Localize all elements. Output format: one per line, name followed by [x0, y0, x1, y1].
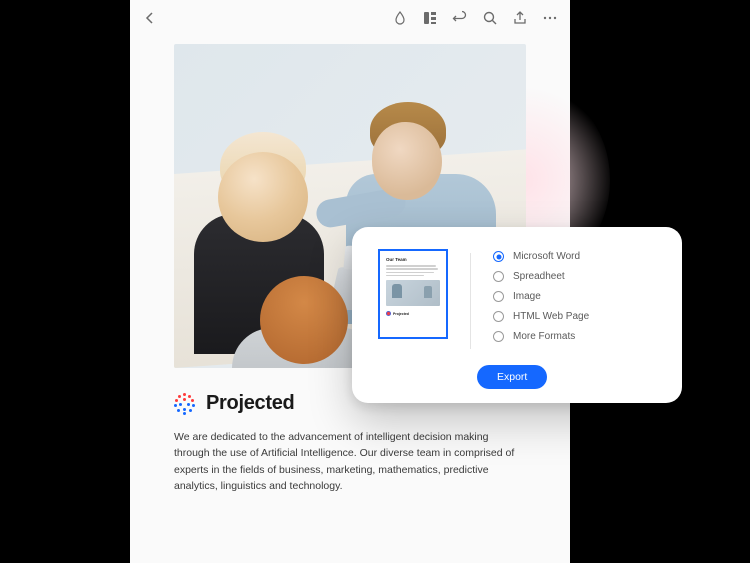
radio-icon — [493, 311, 504, 322]
undo-icon[interactable] — [452, 10, 468, 26]
export-option-word[interactable]: Microsoft Word — [493, 251, 658, 262]
radio-icon — [493, 291, 504, 302]
brand-logo-icon — [174, 393, 196, 415]
panel-icon[interactable] — [422, 10, 438, 26]
toolbar — [130, 0, 570, 36]
export-panel: Our Team Projected Microsoft Word Spread… — [352, 227, 682, 403]
option-label: Image — [513, 291, 541, 302]
option-label: Microsoft Word — [513, 251, 580, 262]
thumbnail-title: Our Team — [386, 257, 440, 262]
panel-divider — [470, 253, 471, 349]
more-icon[interactable] — [542, 10, 558, 26]
brand-name: Projected — [206, 392, 294, 415]
share-icon[interactable] — [512, 10, 528, 26]
export-thumbnail-column: Our Team Projected — [378, 249, 448, 385]
radio-icon — [493, 271, 504, 282]
export-option-html[interactable]: HTML Web Page — [493, 311, 658, 322]
option-label: More Formats — [513, 331, 575, 342]
back-icon[interactable] — [142, 10, 158, 26]
export-option-more[interactable]: More Formats — [493, 331, 658, 342]
radio-icon — [493, 331, 504, 342]
export-option-image[interactable]: Image — [493, 291, 658, 302]
search-icon[interactable] — [482, 10, 498, 26]
document-body-text: We are dedicated to the advancement of i… — [174, 429, 526, 494]
radio-icon — [493, 251, 504, 262]
export-option-spreadsheet[interactable]: Spreadheet — [493, 271, 658, 282]
option-label: HTML Web Page — [513, 311, 589, 322]
thumbnail-brand: Projected — [393, 312, 409, 316]
ink-icon[interactable] — [392, 10, 408, 26]
export-button[interactable]: Export — [477, 365, 547, 389]
option-label: Spreadheet — [513, 271, 565, 282]
export-thumbnail[interactable]: Our Team Projected — [378, 249, 448, 339]
